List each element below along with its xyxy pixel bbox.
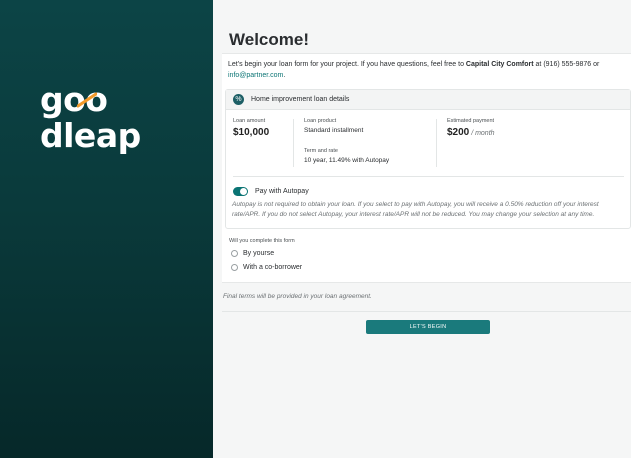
divider — [436, 119, 437, 167]
autopay-note: Autopay is not required to obtain your l… — [232, 201, 599, 218]
radio-option-yourself[interactable]: By yourse — [231, 248, 274, 258]
lets-begin-button[interactable]: LET'S BEGIN — [366, 320, 490, 334]
divider — [222, 311, 631, 312]
loan-form-card: Let's begin your loan form for your proj… — [222, 53, 631, 283]
loan-details-box: % Home improvement loan details Loan amo… — [225, 89, 631, 229]
partner-email-link[interactable]: info@partner.com — [228, 72, 283, 79]
partner-name: Capital City Comfort — [465, 61, 534, 68]
goodleap-logo: goodleap — [40, 80, 141, 155]
toggle-knob — [240, 188, 247, 195]
autopay-label: Pay with Autopay — [255, 188, 309, 195]
page-title: Welcome! — [229, 30, 309, 49]
logo-swoosh-icon — [77, 92, 98, 108]
loan-amount-value: $10,000 — [233, 127, 270, 138]
loan-product: Loan product Standard installment Term a… — [304, 118, 390, 164]
final-terms-note: Final terms will be provided in your loa… — [223, 293, 372, 300]
radio-button[interactable] — [231, 249, 238, 257]
loan-details-title: Home improvement loan details — [251, 96, 350, 103]
divider — [293, 119, 294, 167]
loan-details-header: % Home improvement loan details — [226, 90, 630, 110]
loan-product-value: Standard installment — [304, 127, 364, 134]
estimated-payment: Estimated payment $200 / month — [447, 118, 495, 138]
radio-button[interactable] — [231, 263, 238, 271]
main-content: Welcome! Let's begin your loan form for … — [213, 0, 631, 458]
autopay-toggle[interactable] — [233, 187, 248, 196]
loan-amount: Loan amount $10,000 — [233, 118, 270, 138]
brand-panel: goodleap — [0, 0, 213, 458]
payment-value: $200 / month — [447, 127, 495, 138]
completion-question: Will you complete this form — [229, 238, 295, 244]
radio-option-co-borrower[interactable]: With a co-borrower — [231, 262, 302, 272]
percent-icon: % — [233, 94, 244, 105]
term-rate-value: 10 year, 11.49% with Autopay — [304, 157, 390, 164]
divider — [233, 176, 624, 177]
intro-text: Let's begin your loan form for your proj… — [228, 61, 600, 79]
